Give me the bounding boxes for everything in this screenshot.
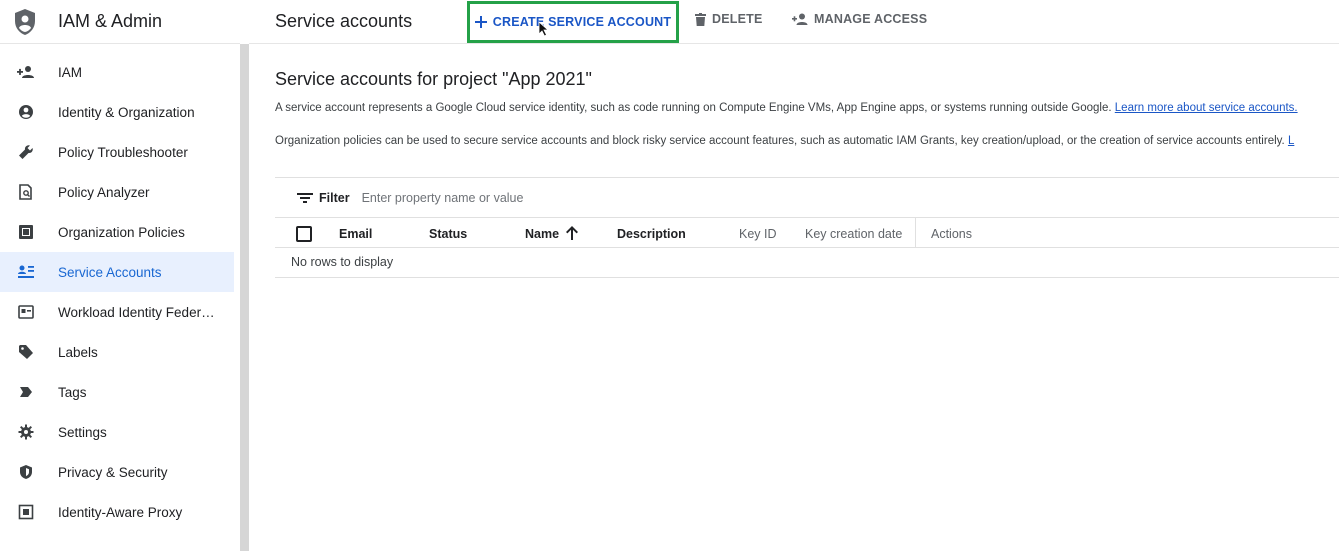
sidebar-item-organization-policies[interactable]: Organization Policies (0, 212, 234, 252)
service-account-icon (16, 262, 36, 282)
page-title: Service accounts (275, 11, 413, 31)
delete-button[interactable]: DELETE (695, 12, 763, 26)
sidebar-item-label: Service Accounts (58, 264, 162, 280)
table-empty-row: No rows to display (275, 248, 1339, 278)
column-status[interactable]: Status (429, 227, 467, 241)
sidebar-item-label: Tags (58, 384, 87, 400)
tag-arrow-icon (16, 382, 36, 402)
sidebar-item-settings[interactable]: Settings (0, 412, 234, 452)
app-title: IAM & Admin (58, 11, 163, 31)
account-circle-icon (16, 102, 36, 122)
column-actions: Actions (931, 227, 972, 241)
sidebar-item-label: Identity & Organization (58, 104, 195, 120)
trash-icon (695, 12, 706, 26)
description-text: A service account represents a Google Cl… (275, 102, 1298, 114)
org-policy-link[interactable]: L (1288, 135, 1294, 147)
create-button-label: CREATE SERVICE ACCOUNT (492, 15, 672, 29)
delete-button-label: DELETE (712, 12, 763, 26)
column-email[interactable]: Email (339, 227, 372, 241)
sidebar-item-label: Privacy & Security (58, 464, 168, 480)
create-service-account-button[interactable]: CREATE SERVICE ACCOUNT (467, 1, 679, 43)
select-all-checkbox[interactable] (296, 226, 312, 242)
table-header: Email Status Name Description Key ID Key… (275, 217, 1339, 248)
learn-more-link[interactable]: Learn more about service accounts. (1115, 102, 1298, 114)
sidebar-item-label: Labels (58, 344, 98, 360)
sidebar-item-label: IAM (58, 64, 83, 80)
column-key-id[interactable]: Key ID (739, 227, 777, 241)
sort-ascending-icon[interactable] (566, 226, 578, 240)
sidebar-item-policy-troubleshooter[interactable]: Policy Troubleshooter (0, 132, 234, 172)
sidebar-item-iam[interactable]: IAM (0, 52, 234, 92)
filter-input[interactable] (361, 190, 762, 205)
person-add-icon (792, 13, 808, 25)
sidebar-item-policy-analyzer[interactable]: Policy Analyzer (0, 172, 234, 212)
sidebar-item-service-accounts[interactable]: Service Accounts (0, 252, 234, 292)
empty-message: No rows to display (291, 255, 394, 269)
section-title: Service accounts for project "App 2021" (275, 69, 592, 89)
sidebar-item-label: Policy Troubleshooter (58, 144, 188, 160)
shield-logo-icon (0, 8, 50, 36)
filter-bar: Filter (275, 177, 1339, 217)
sidebar-item-identity-organization[interactable]: Identity & Organization (0, 92, 234, 132)
proxy-icon (16, 502, 36, 522)
sidebar-item-label: Settings (58, 424, 107, 440)
document-search-icon (16, 182, 36, 202)
mouse-cursor-icon (538, 21, 549, 37)
sidebar-item-workload-identity-federation[interactable]: Workload Identity Federat... (0, 292, 234, 332)
gear-icon (16, 422, 36, 442)
id-card-icon (16, 302, 36, 322)
description-body: A service account represents a Google Cl… (275, 102, 1112, 114)
manage-access-label: MANAGE ACCESS (814, 12, 928, 26)
list-box-icon (16, 222, 36, 242)
org-policy-body: Organization policies can be used to sec… (275, 135, 1285, 147)
sidebar-item-tags[interactable]: Tags (0, 372, 234, 412)
sidebar-item-identity-aware-proxy[interactable]: Identity-Aware Proxy (0, 492, 234, 532)
sidebar-item-label: Organization Policies (58, 224, 185, 240)
sidebar-item-privacy-security[interactable]: Privacy & Security (0, 452, 234, 492)
column-key-creation-date[interactable]: Key creation date (805, 227, 902, 241)
person-add-icon (16, 62, 36, 82)
sidebar-nav: IAM Identity & Organization Policy Troub… (0, 52, 240, 532)
top-toolbar: Service accounts CREATE SERVICE ACCOUNT … (249, 0, 1339, 44)
wrench-icon (16, 142, 36, 162)
sidebar-item-label: Identity-Aware Proxy (58, 504, 183, 520)
manage-access-button[interactable]: MANAGE ACCESS (792, 12, 927, 26)
filter-label: Filter (319, 190, 350, 205)
shield-icon (16, 462, 36, 482)
filter-icon[interactable] (297, 192, 313, 204)
column-description[interactable]: Description (617, 227, 686, 241)
plus-icon (474, 16, 487, 28)
sidebar-item-label: Workload Identity Federat... (58, 304, 218, 320)
org-policy-text: Organization policies can be used to sec… (275, 135, 1294, 147)
sidebar-item-label: Policy Analyzer (58, 184, 150, 200)
sidebar-scrollbar[interactable] (240, 44, 249, 551)
sidebar: IAM & Admin IAM Identity & Organization … (0, 0, 240, 551)
column-name[interactable]: Name (525, 227, 559, 241)
sidebar-item-labels[interactable]: Labels (0, 332, 234, 372)
label-tag-icon (16, 342, 36, 362)
column-divider (915, 218, 916, 248)
sidebar-header: IAM & Admin (0, 0, 240, 44)
